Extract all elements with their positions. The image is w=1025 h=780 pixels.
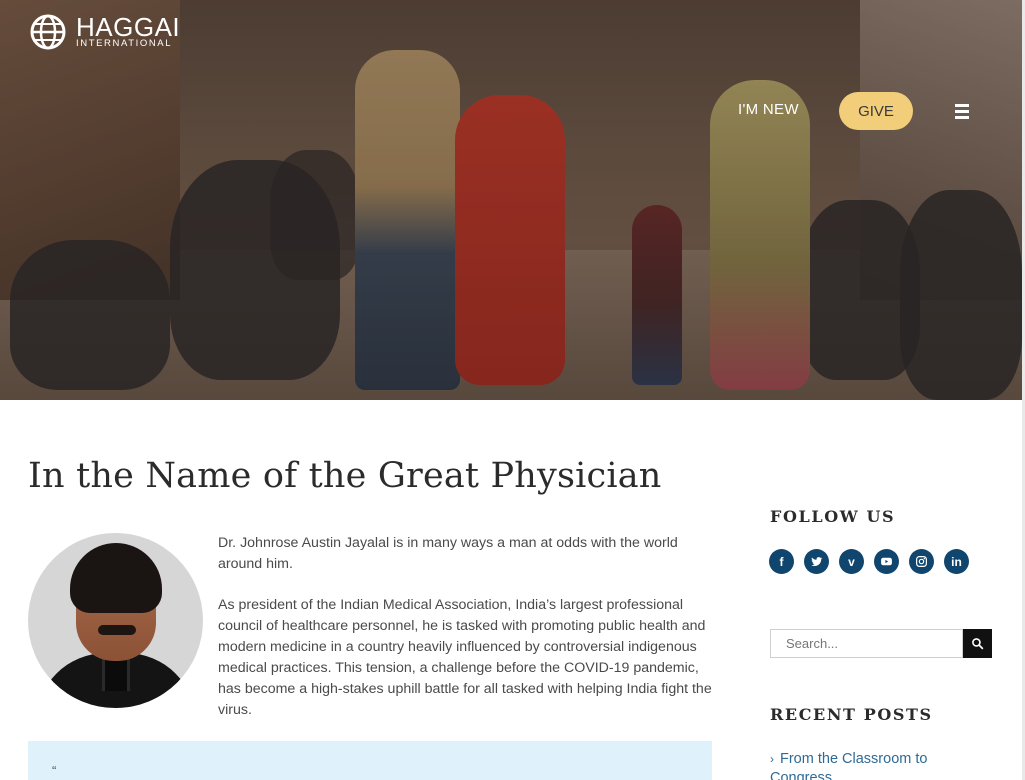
hero-image [0,0,1022,400]
search-icon [972,638,984,650]
give-button[interactable]: GIVE [839,92,913,130]
pull-quote: “ [28,741,712,780]
search-form [770,629,992,658]
twitter-icon[interactable] [804,549,829,574]
quote-mark: “ [52,763,57,778]
youtube-icon[interactable] [874,549,899,574]
recent-post-link[interactable]: › From the Classroom to Congress [770,750,990,780]
page-title: In the Name of the Great Physician [28,456,662,496]
instagram-camera-icon [916,556,927,567]
vimeo-icon[interactable]: v [839,549,864,574]
follow-us-heading: FOLLOW US [770,507,896,526]
author-photo [28,533,203,708]
recent-post-title: From the Classroom to Congress [770,751,928,780]
chevron-right-icon: › [770,752,774,766]
site-logo[interactable]: HAGGAI INTERNATIONAL [28,14,180,50]
recent-posts-heading: RECENT POSTS [770,705,933,724]
brand-name: HAGGAI [76,12,181,42]
twitter-bird-icon [811,557,823,567]
brand-tagline: INTERNATIONAL [76,38,173,49]
globe-logo-icon [30,14,66,50]
hamburger-menu-icon[interactable] [955,104,969,119]
search-button[interactable] [963,629,992,658]
search-input[interactable] [770,629,963,658]
im-new-link[interactable]: I'M NEW [738,101,799,118]
youtube-play-icon [881,557,892,566]
facebook-icon[interactable]: f [769,549,794,574]
linkedin-icon[interactable]: in [944,549,969,574]
instagram-icon[interactable] [909,549,934,574]
social-links: f v in [769,549,969,574]
article-paragraph: Dr. Johnrose Austin Jayalal is in many w… [218,535,678,572]
article-paragraph: As president of the Indian Medical Assoc… [218,597,712,718]
